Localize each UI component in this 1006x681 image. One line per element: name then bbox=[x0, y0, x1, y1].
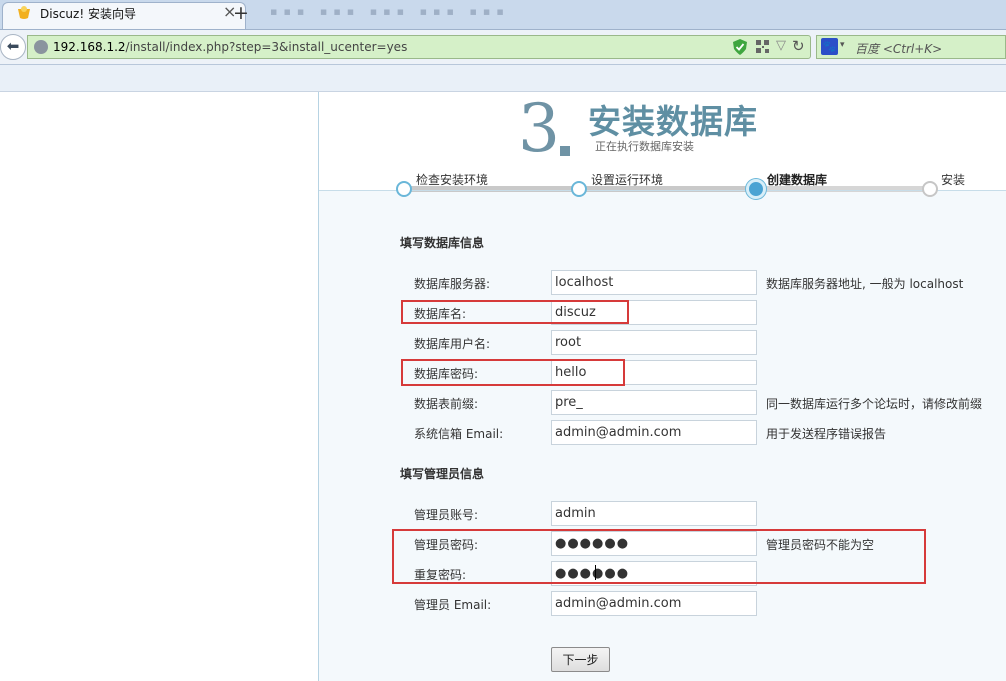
table-prefix-hint: 同一数据库运行多个论坛时，请修改前缀 bbox=[766, 397, 983, 411]
qr-code-icon[interactable] bbox=[756, 40, 769, 53]
text-caret bbox=[595, 565, 596, 580]
admin-email-input[interactable] bbox=[551, 591, 757, 616]
back-button[interactable]: ⬅ bbox=[0, 34, 26, 60]
progress-step-2-dot bbox=[571, 181, 587, 197]
page-subtitle: 正在执行数据库安装 bbox=[595, 140, 694, 153]
db-host-label: 数据库服务器: bbox=[414, 277, 491, 291]
repeat-password-label: 重复密码: bbox=[414, 568, 467, 582]
page-title: 安装数据库 bbox=[588, 102, 758, 141]
admin-section-title: 填写管理员信息 bbox=[400, 467, 485, 481]
progress-step-1-dot bbox=[396, 181, 412, 197]
admin-account-input[interactable] bbox=[551, 501, 757, 526]
discuz-favicon-icon bbox=[18, 6, 30, 19]
progress-step-2-label: 设置运行环境 bbox=[591, 173, 664, 187]
step-number: 3 bbox=[518, 90, 560, 167]
progress-step-3-label: 创建数据库 bbox=[767, 173, 828, 187]
search-input[interactable]: 百度 <Ctrl+K> bbox=[855, 40, 942, 57]
bookmarks-toolbar bbox=[0, 65, 1006, 92]
db-host-input[interactable] bbox=[551, 270, 757, 295]
site-identity-icon[interactable] bbox=[34, 40, 48, 54]
step-number-dot bbox=[560, 146, 570, 156]
admin-account-label: 管理员账号: bbox=[414, 508, 479, 522]
admin-password-input[interactable] bbox=[551, 531, 757, 556]
page-left-margin bbox=[0, 92, 318, 681]
url-path: /install/index.php?step=3&install_ucente… bbox=[125, 40, 408, 54]
db-name-input[interactable] bbox=[551, 300, 757, 325]
db-user-input[interactable] bbox=[551, 330, 757, 355]
system-email-hint: 用于发送程序错误报告 bbox=[766, 427, 887, 441]
bookmark-star-icon[interactable]: ▽ bbox=[776, 38, 786, 53]
system-email-label: 系统信箱 Email: bbox=[414, 427, 504, 441]
db-name-label: 数据库名: bbox=[414, 307, 467, 321]
reload-icon[interactable]: ↻ bbox=[792, 37, 805, 55]
background-tabs: ▪▪▪ ▪▪▪ ▪▪▪ ▪▪▪ ▪▪▪ bbox=[270, 5, 510, 18]
table-prefix-input[interactable] bbox=[551, 390, 757, 415]
db-password-label: 数据库密码: bbox=[414, 367, 479, 381]
progress-step-3-dot bbox=[746, 179, 766, 199]
progress-step-4-label: 安装 bbox=[941, 173, 966, 187]
shield-icon[interactable] bbox=[733, 39, 747, 55]
system-email-input[interactable] bbox=[551, 420, 757, 445]
admin-password-label: 管理员密码: bbox=[414, 538, 479, 552]
db-section-title: 填写数据库信息 bbox=[400, 236, 485, 250]
db-user-label: 数据库用户名: bbox=[414, 337, 491, 351]
next-step-button[interactable]: 下一步 bbox=[551, 647, 610, 672]
progress-step-4-dot bbox=[922, 181, 938, 197]
baidu-paw-icon[interactable]: 🐾 bbox=[821, 38, 838, 55]
url-text[interactable]: 192.168.1.2/install/index.php?step=3&ins… bbox=[53, 40, 407, 54]
table-prefix-label: 数据表前缀: bbox=[414, 397, 479, 411]
tab-title: Discuz! 安装向导 bbox=[40, 7, 136, 21]
url-host: 192.168.1.2 bbox=[53, 40, 126, 54]
new-tab-button[interactable]: + bbox=[230, 2, 252, 24]
repeat-password-input[interactable] bbox=[551, 561, 757, 586]
admin-password-hint: 管理员密码不能为空 bbox=[766, 538, 875, 552]
header-divider bbox=[319, 190, 1006, 191]
chevron-down-icon[interactable]: ▾ bbox=[840, 40, 845, 50]
db-password-input[interactable] bbox=[551, 360, 757, 385]
db-host-hint: 数据库服务器地址, 一般为 localhost bbox=[766, 277, 964, 291]
progress-step-1-label: 检查安装环境 bbox=[416, 173, 489, 187]
panel-border bbox=[318, 92, 319, 681]
admin-email-label: 管理员 Email: bbox=[414, 598, 492, 612]
